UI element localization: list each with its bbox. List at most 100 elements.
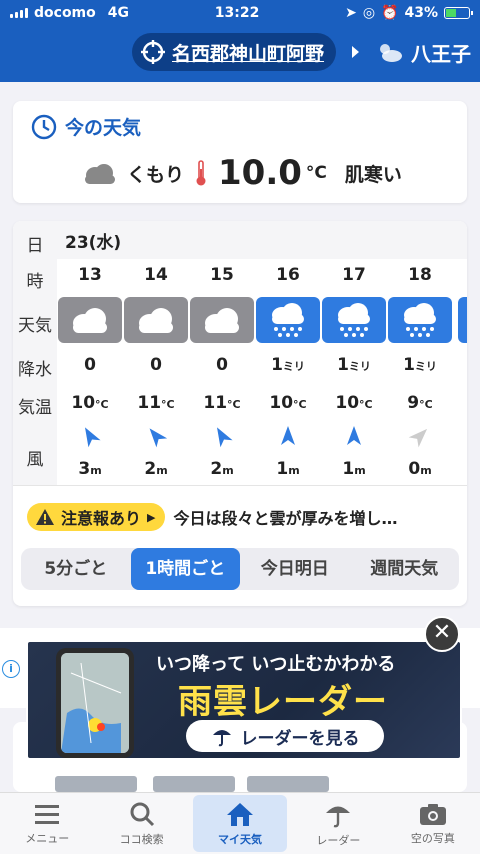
tab-menu[interactable]: メニュー bbox=[0, 793, 94, 854]
wind-direction-icon bbox=[123, 425, 189, 448]
feel-label: 肌寒い bbox=[344, 163, 402, 186]
status-bar: docomo 4G 13:22 ➤ ◎ ⏰ 43% bbox=[0, 0, 480, 26]
wind-direction-icon bbox=[321, 425, 387, 447]
menu-icon bbox=[35, 804, 60, 824]
hourly-forecast-card: 日 時 天気 降水 気温 風 23(水) 13 0 10°C 3m 14 0 11°C 2m 1… bbox=[13, 221, 467, 606]
temp-value: 10°C bbox=[71, 393, 109, 413]
clock: 13:22 bbox=[214, 5, 260, 21]
rain-amount: 1ミリ bbox=[337, 355, 371, 375]
forecast-date: 23(水) bbox=[65, 232, 122, 253]
crosshair-icon bbox=[141, 40, 165, 64]
hour-label: 16 bbox=[276, 265, 300, 285]
label-wind: 風 bbox=[26, 450, 44, 470]
home-icon bbox=[227, 802, 254, 826]
label-temp: 気温 bbox=[18, 398, 52, 418]
tab-bar: メニュー ココ検索 マイ天気 レーダー 空の写真 bbox=[0, 792, 480, 854]
clock-icon bbox=[31, 114, 57, 139]
hour-label: 13 bbox=[78, 265, 102, 285]
next-location[interactable]: 八王子 bbox=[375, 38, 471, 67]
temp-unit: °C bbox=[305, 163, 327, 183]
label-hour: 時 bbox=[26, 272, 44, 292]
seg-1hour[interactable]: 1時間ごと bbox=[130, 548, 240, 590]
hour-label: 14 bbox=[144, 265, 168, 285]
current-weather-title: 今の天気 bbox=[65, 117, 142, 139]
current-location-pill[interactable]: 名西郡神山町阿野 bbox=[132, 33, 337, 71]
chevron-right-icon: ▶ bbox=[147, 510, 156, 524]
current-condition: くもり bbox=[127, 163, 185, 186]
battery-percent: 43% bbox=[404, 5, 438, 21]
wind-speed: 1m bbox=[342, 459, 366, 479]
wind-speed: 3m bbox=[78, 459, 102, 479]
radar-cta-button[interactable]: レーダーを見る bbox=[186, 720, 384, 752]
alarm-icon: ⏰ bbox=[381, 5, 399, 21]
hour-label: 15 bbox=[210, 265, 234, 285]
cloud-icon bbox=[58, 297, 122, 343]
phone-illustration bbox=[56, 648, 134, 758]
temp-value: 10°C bbox=[269, 393, 307, 413]
search-icon bbox=[130, 802, 154, 826]
label-weather: 天気 bbox=[18, 316, 52, 336]
tab-search[interactable]: ココ検索 bbox=[94, 793, 188, 854]
info-icon[interactable]: i bbox=[2, 660, 20, 678]
wind-direction-icon bbox=[255, 425, 321, 447]
seg-today-tomorrow[interactable]: 今日明日 bbox=[240, 548, 350, 590]
forecast-segmented-control: 5分ごと 1時間ごと 今日明日 週間天気 bbox=[21, 548, 459, 590]
temp-value: 10°C bbox=[335, 393, 373, 413]
camera-icon bbox=[419, 803, 446, 825]
seg-5min[interactable]: 5分ごと bbox=[21, 548, 131, 590]
rain-amount: 0 bbox=[216, 355, 228, 375]
ad-headline: 雨雲レーダー bbox=[178, 682, 388, 722]
thermometer-icon bbox=[196, 160, 206, 186]
cloud-icon bbox=[190, 297, 254, 343]
wind-speed: 1m bbox=[276, 459, 300, 479]
rain-amount: 0 bbox=[150, 355, 162, 375]
wind-speed: 2m bbox=[210, 459, 234, 479]
rotation-lock-icon: ◎ bbox=[362, 5, 376, 21]
rain-amount: 0 bbox=[84, 355, 96, 375]
alert-row[interactable]: 注意報あり ▶ 今日は段々と雲が厚みを増し… bbox=[27, 503, 398, 531]
rain-icon bbox=[322, 297, 386, 343]
tab-sky-photos[interactable]: 空の写真 bbox=[386, 793, 480, 854]
row-labels: 日 時 天気 降水 気温 風 bbox=[13, 221, 57, 485]
seg-weekly[interactable]: 週間天気 bbox=[350, 548, 460, 590]
wind-direction-icon bbox=[387, 425, 453, 448]
rain-icon bbox=[256, 297, 320, 343]
temp-value: 9°C bbox=[407, 393, 433, 413]
label-day: 日 bbox=[26, 236, 44, 256]
hour-label: 17 bbox=[342, 265, 366, 285]
ad-pointer bbox=[322, 760, 346, 776]
battery-icon bbox=[443, 7, 473, 19]
ad-tagline: いつ降って いつ止むかわかる bbox=[156, 654, 396, 675]
current-weather-card[interactable]: 今の天気 くもり 10.0 °C 肌寒い bbox=[13, 101, 467, 203]
alert-badge[interactable]: 注意報あり ▶ bbox=[27, 503, 166, 531]
umbrella-icon bbox=[326, 806, 351, 827]
tab-radar[interactable]: レーダー bbox=[291, 793, 385, 854]
hour-label: 18 bbox=[408, 265, 432, 285]
umbrella-icon bbox=[212, 730, 231, 747]
ad-banner[interactable]: いつ降って いつ止むかわかる 雨雲レーダー レーダーを見る bbox=[26, 640, 462, 760]
next-arrow-icon bbox=[352, 46, 360, 58]
rain-amount: 1ミリ bbox=[403, 355, 437, 375]
alert-text: 今日は段々と雲が厚みを増し… bbox=[173, 509, 398, 528]
signal-icon bbox=[10, 8, 28, 18]
wind-direction-icon bbox=[189, 425, 255, 448]
label-rain: 降水 bbox=[18, 360, 52, 380]
wind-speed: 2m bbox=[144, 459, 168, 479]
location-arrow-icon: ➤ bbox=[345, 5, 357, 21]
cloud-icon bbox=[85, 164, 115, 184]
tab-my-weather[interactable]: マイ天気 bbox=[192, 795, 288, 852]
wind-direction-icon bbox=[57, 425, 123, 448]
location-name: 名西郡神山町阿野 bbox=[172, 42, 325, 65]
date-row: 23(水) bbox=[57, 221, 467, 259]
temp-value: 11°C bbox=[137, 393, 175, 413]
warning-icon bbox=[36, 509, 54, 525]
sun-cloud-icon bbox=[380, 44, 403, 62]
network-label: 4G bbox=[107, 5, 129, 21]
carrier-label: docomo bbox=[34, 5, 96, 21]
cloud-icon bbox=[124, 297, 188, 343]
rain-amount: 1ミリ bbox=[271, 355, 305, 375]
rain-icon bbox=[388, 297, 452, 343]
close-ad-button[interactable]: ✕ bbox=[424, 616, 460, 652]
wind-speed: 0m bbox=[408, 459, 432, 479]
header-bar: docomo 4G 13:22 ➤ ◎ ⏰ 43% 名西郡神山町阿野 八王子 bbox=[0, 0, 480, 82]
